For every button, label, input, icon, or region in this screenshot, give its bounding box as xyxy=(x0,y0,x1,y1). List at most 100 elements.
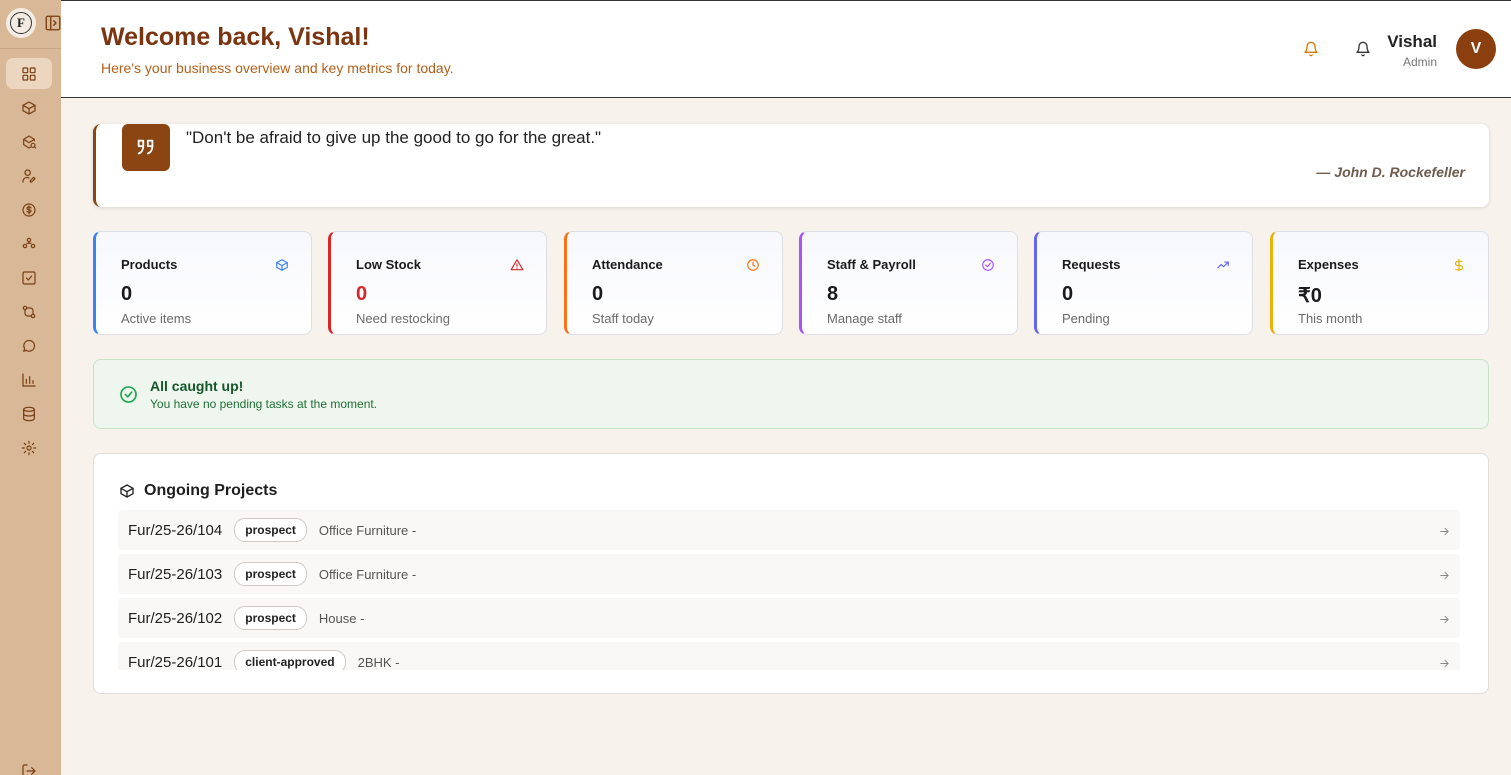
stat-value: 8 xyxy=(827,283,839,305)
project-row[interactable]: Fur/25-26/104 prospect Office Furniture … xyxy=(118,510,1460,550)
box-icon xyxy=(22,100,36,115)
stat-card-low-stock[interactable]: Low Stock 0 Need restocking xyxy=(328,231,547,335)
sidebar-item-inventory[interactable] xyxy=(6,126,52,157)
stat-title: Requests xyxy=(1062,257,1121,272)
sidebar-toggle-icon[interactable] xyxy=(44,14,62,32)
status-badge: client-approved xyxy=(234,650,346,670)
check-circle-icon xyxy=(119,385,138,409)
stat-value: 0 xyxy=(121,283,133,305)
clock-icon xyxy=(746,258,760,272)
sidebar-item-dashboard[interactable] xyxy=(6,58,52,89)
stat-card-requests[interactable]: Requests 0 Pending xyxy=(1034,231,1253,335)
status-badge: prospect xyxy=(234,606,307,630)
logo-letter: F xyxy=(10,12,32,34)
user-role: Admin xyxy=(1402,55,1437,69)
stat-subtitle: Manage staff xyxy=(827,311,902,326)
logout-icon xyxy=(22,763,36,775)
stat-title: Low Stock xyxy=(356,257,422,272)
project-description: Office Furniture - xyxy=(318,522,417,538)
project-description: House - xyxy=(318,610,365,626)
cube-icon xyxy=(275,258,289,272)
status-badge: prospect xyxy=(234,562,307,586)
sidebar: F xyxy=(0,0,61,775)
workflow-icon xyxy=(22,237,36,248)
stat-subtitle: Pending xyxy=(1062,311,1110,326)
package-search-icon xyxy=(23,134,37,149)
sidebar-item-settings[interactable] xyxy=(6,432,52,463)
trending-up-icon xyxy=(1216,258,1230,272)
app-logo[interactable]: F xyxy=(6,8,36,38)
sidebar-item-workflow[interactable] xyxy=(6,228,52,259)
chat-icon xyxy=(23,339,36,352)
all-caught-up-banner: All caught up! You have no pending tasks… xyxy=(93,359,1489,429)
avatar[interactable]: V xyxy=(1456,29,1496,69)
sidebar-item-database[interactable] xyxy=(6,398,52,429)
dollar-circle-icon xyxy=(22,202,36,217)
page-subtitle: Here's your business overview and key me… xyxy=(101,60,454,76)
stat-card-staff-payroll[interactable]: Staff & Payroll 8 Manage staff xyxy=(799,231,1018,335)
quote-icon xyxy=(122,124,170,171)
projects-list: Fur/25-26/104 prospect Office Furniture … xyxy=(118,510,1460,670)
stat-subtitle: This month xyxy=(1298,311,1363,326)
alert-triangle-icon xyxy=(510,258,524,272)
quote-author: — John D. Rockefeller xyxy=(1316,164,1465,180)
sidebar-item-payroll[interactable] xyxy=(6,194,52,225)
stat-subtitle: Active items xyxy=(121,311,192,326)
dollar-icon xyxy=(1452,258,1466,272)
project-description: 2BHK - xyxy=(357,654,400,670)
stat-value: 0 xyxy=(592,283,604,305)
sidebar-item-logout[interactable] xyxy=(6,755,52,775)
stat-title: Expenses xyxy=(1298,257,1359,272)
project-row[interactable]: Fur/25-26/101 client-approved 2BHK - xyxy=(118,642,1460,670)
projects-header: Ongoing Projects xyxy=(119,482,277,500)
arrow-right-icon[interactable] xyxy=(1439,612,1450,630)
stat-title: Staff & Payroll xyxy=(827,257,916,272)
stat-card-expenses[interactable]: Expenses ₹0 This month xyxy=(1270,231,1489,335)
projects-title: Ongoing Projects xyxy=(144,482,278,499)
user-edit-icon xyxy=(22,168,36,183)
arrow-right-icon[interactable] xyxy=(1439,656,1450,670)
stat-card-products[interactable]: Products 0 Active items xyxy=(93,231,312,335)
stat-value: 0 xyxy=(356,283,368,305)
page-title: Welcome back, Vishal! xyxy=(101,23,370,51)
project-code: Fur/25-26/102 xyxy=(128,609,223,627)
caught-up-subtitle: You have no pending tasks at the moment. xyxy=(150,397,378,411)
sidebar-item-products[interactable] xyxy=(6,92,52,123)
sidebar-divider xyxy=(0,48,61,49)
sidebar-item-messages[interactable] xyxy=(6,330,52,361)
database-icon xyxy=(23,406,35,421)
user-name[interactable]: Vishal xyxy=(1387,32,1437,52)
sidebar-item-reports[interactable] xyxy=(6,364,52,395)
sidebar-item-tasks[interactable] xyxy=(6,262,52,293)
sidebar-top: F xyxy=(6,8,62,38)
arrow-right-icon[interactable] xyxy=(1439,568,1450,586)
project-code: Fur/25-26/103 xyxy=(128,565,223,583)
alerts-bell-icon[interactable] xyxy=(1355,41,1371,62)
settings-icon xyxy=(21,440,37,455)
stat-title: Attendance xyxy=(592,257,663,272)
bar-chart-icon xyxy=(22,372,36,387)
stat-value: 0 xyxy=(1062,283,1074,305)
sidebar-item-routes[interactable] xyxy=(6,296,52,327)
check-square-icon xyxy=(22,270,36,285)
arrow-right-icon[interactable] xyxy=(1439,524,1450,542)
status-badge: prospect xyxy=(234,518,307,542)
top-header: Welcome back, Vishal! Here's your busine… xyxy=(61,0,1511,98)
stat-card-attendance[interactable]: Attendance 0 Staff today xyxy=(564,231,783,335)
stat-value: ₹0 xyxy=(1298,285,1322,307)
stat-subtitle: Staff today xyxy=(592,311,654,326)
ongoing-projects-panel: Ongoing Projects Fur/25-26/104 prospect … xyxy=(93,453,1489,694)
project-row[interactable]: Fur/25-26/103 prospect Office Furniture … xyxy=(118,554,1460,594)
project-code: Fur/25-26/104 xyxy=(128,521,223,539)
dashboard-icon xyxy=(22,66,36,81)
sidebar-item-staff[interactable] xyxy=(6,160,52,191)
quote-text: "Don't be afraid to give up the good to … xyxy=(186,128,602,147)
project-description: Office Furniture - xyxy=(318,566,417,582)
project-row[interactable]: Fur/25-26/102 prospect House - xyxy=(118,598,1460,638)
route-icon xyxy=(22,305,36,318)
notification-bell-icon[interactable] xyxy=(1303,41,1319,62)
project-code: Fur/25-26/101 xyxy=(128,653,223,671)
stat-subtitle: Need restocking xyxy=(356,311,450,326)
stat-title: Products xyxy=(121,257,178,272)
box-icon xyxy=(120,484,134,498)
